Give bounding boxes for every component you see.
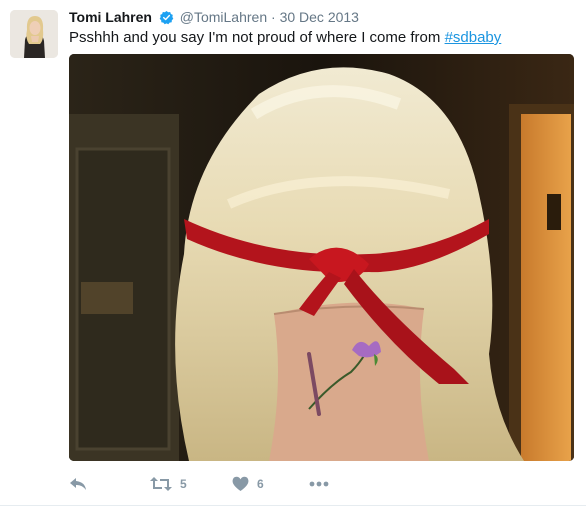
avatar-image <box>10 10 58 58</box>
tweet-actions: 5 6 <box>69 474 578 494</box>
more-button[interactable] <box>309 474 329 494</box>
separator-dot: · <box>271 9 276 25</box>
avatar[interactable] <box>10 10 58 58</box>
retweet-count: 5 <box>180 477 187 491</box>
user-handle[interactable]: @TomiLahren <box>180 9 267 25</box>
like-button[interactable]: 6 <box>232 474 264 494</box>
more-dots-icon <box>309 481 329 487</box>
retweet-button[interactable]: 5 <box>150 474 187 494</box>
tweet-header: Tomi Lahren @TomiLahren · 30 Dec 2013 <box>69 8 578 26</box>
photo-image <box>69 54 574 461</box>
reply-icon <box>70 478 86 490</box>
tweet-text: Psshhh and you say I'm not proud of wher… <box>69 28 578 48</box>
tweet-photo[interactable] <box>69 54 574 461</box>
tweet-body: Psshhh and you say I'm not proud of wher… <box>69 29 445 46</box>
verified-badge-icon <box>159 10 174 25</box>
heart-icon <box>232 476 249 491</box>
divider <box>0 505 586 506</box>
display-name[interactable]: Tomi Lahren <box>69 9 152 25</box>
like-count: 6 <box>257 477 264 491</box>
tweet-timestamp[interactable]: 30 Dec 2013 <box>280 9 359 25</box>
retweet-icon <box>150 477 172 491</box>
reply-button[interactable] <box>69 474 87 494</box>
hashtag-link[interactable]: #sdbaby <box>445 29 502 46</box>
